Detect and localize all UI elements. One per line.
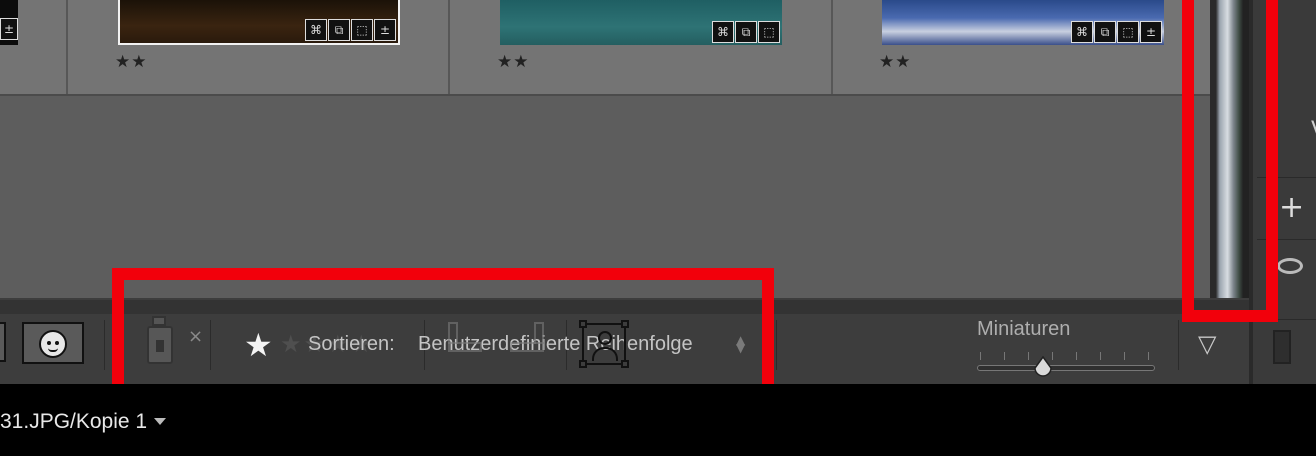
rating-stars[interactable]: ★★ bbox=[115, 52, 147, 72]
thumbnail-image[interactable]: ⌘ ⧉ ⬚ ± bbox=[882, 0, 1164, 45]
thumbnail-image[interactable]: ⌘ ⧉ ⬚ bbox=[500, 0, 782, 45]
eye-icon[interactable] bbox=[1277, 258, 1303, 274]
copies-icon[interactable]: ⧉ bbox=[328, 19, 350, 41]
plus-icon[interactable]: + bbox=[1279, 190, 1304, 225]
thumbnails-slider[interactable] bbox=[977, 365, 1155, 371]
row-divider bbox=[0, 94, 1210, 96]
crop-icon[interactable]: ⬚ bbox=[758, 21, 780, 43]
tag-icon[interactable]: ⌘ bbox=[1071, 21, 1093, 43]
panel-partial-text: V bbox=[1311, 118, 1316, 143]
thumbnail-image[interactable]: ⌘ ⧉ ⬚ ± bbox=[118, 0, 400, 45]
status-bar bbox=[0, 384, 1316, 456]
thumbnails-slider-knob[interactable] bbox=[1032, 355, 1054, 380]
face-icon bbox=[39, 330, 67, 358]
highlight-box-side-strip bbox=[1182, 0, 1278, 322]
filename-label[interactable]: 31.JPG/Kopie 1 bbox=[0, 410, 147, 434]
toolbar-menu-chevron-icon[interactable]: ▽ bbox=[1198, 330, 1216, 358]
slider-ticks bbox=[980, 352, 1152, 360]
tag-icon[interactable]: ⌘ bbox=[712, 21, 734, 43]
crop-icon[interactable]: ⬚ bbox=[1117, 21, 1139, 43]
cell-divider bbox=[66, 0, 68, 94]
grid-view-button-partial[interactable] bbox=[0, 322, 6, 362]
toolbar-separator bbox=[776, 320, 777, 370]
thumbnail-partial-left[interactable]: ± bbox=[0, 0, 18, 45]
thumbnails-label: Miniaturen bbox=[977, 318, 1071, 340]
rating-stars[interactable]: ★★ bbox=[497, 52, 529, 72]
copies-icon[interactable]: ⧉ bbox=[1094, 21, 1116, 43]
adjust-icon[interactable]: ± bbox=[1140, 21, 1162, 43]
panel-toggle-icon[interactable] bbox=[1273, 330, 1291, 364]
toolbar-separator bbox=[104, 320, 105, 370]
thumbnail-badges: ⌘ ⧉ ⬚ ± bbox=[1071, 21, 1162, 43]
thumbnail-badges: ⌘ ⧉ ⬚ ± bbox=[305, 19, 396, 41]
cell-divider bbox=[831, 0, 833, 94]
people-view-button[interactable] bbox=[22, 322, 84, 364]
crop-icon[interactable]: ⬚ bbox=[351, 19, 373, 41]
cell-divider bbox=[448, 0, 450, 94]
rating-stars[interactable]: ★★ bbox=[879, 52, 911, 72]
thumbnail-badges: ⌘ ⧉ ⬚ bbox=[712, 21, 780, 43]
adjust-icon[interactable]: ± bbox=[374, 19, 396, 41]
adjust-badge-icon: ± bbox=[0, 18, 18, 40]
filename-dropdown-icon[interactable] bbox=[154, 418, 166, 425]
copies-icon[interactable]: ⧉ bbox=[735, 21, 757, 43]
thumbnail-row: ± ⌘ ⧉ ⬚ ± ★★ ⌘ ⧉ ⬚ ★★ ⌘ ⧉ ⬚ ± ★★ bbox=[0, 0, 1210, 94]
toolbar-separator bbox=[1178, 320, 1179, 370]
tag-icon[interactable]: ⌘ bbox=[305, 19, 327, 41]
